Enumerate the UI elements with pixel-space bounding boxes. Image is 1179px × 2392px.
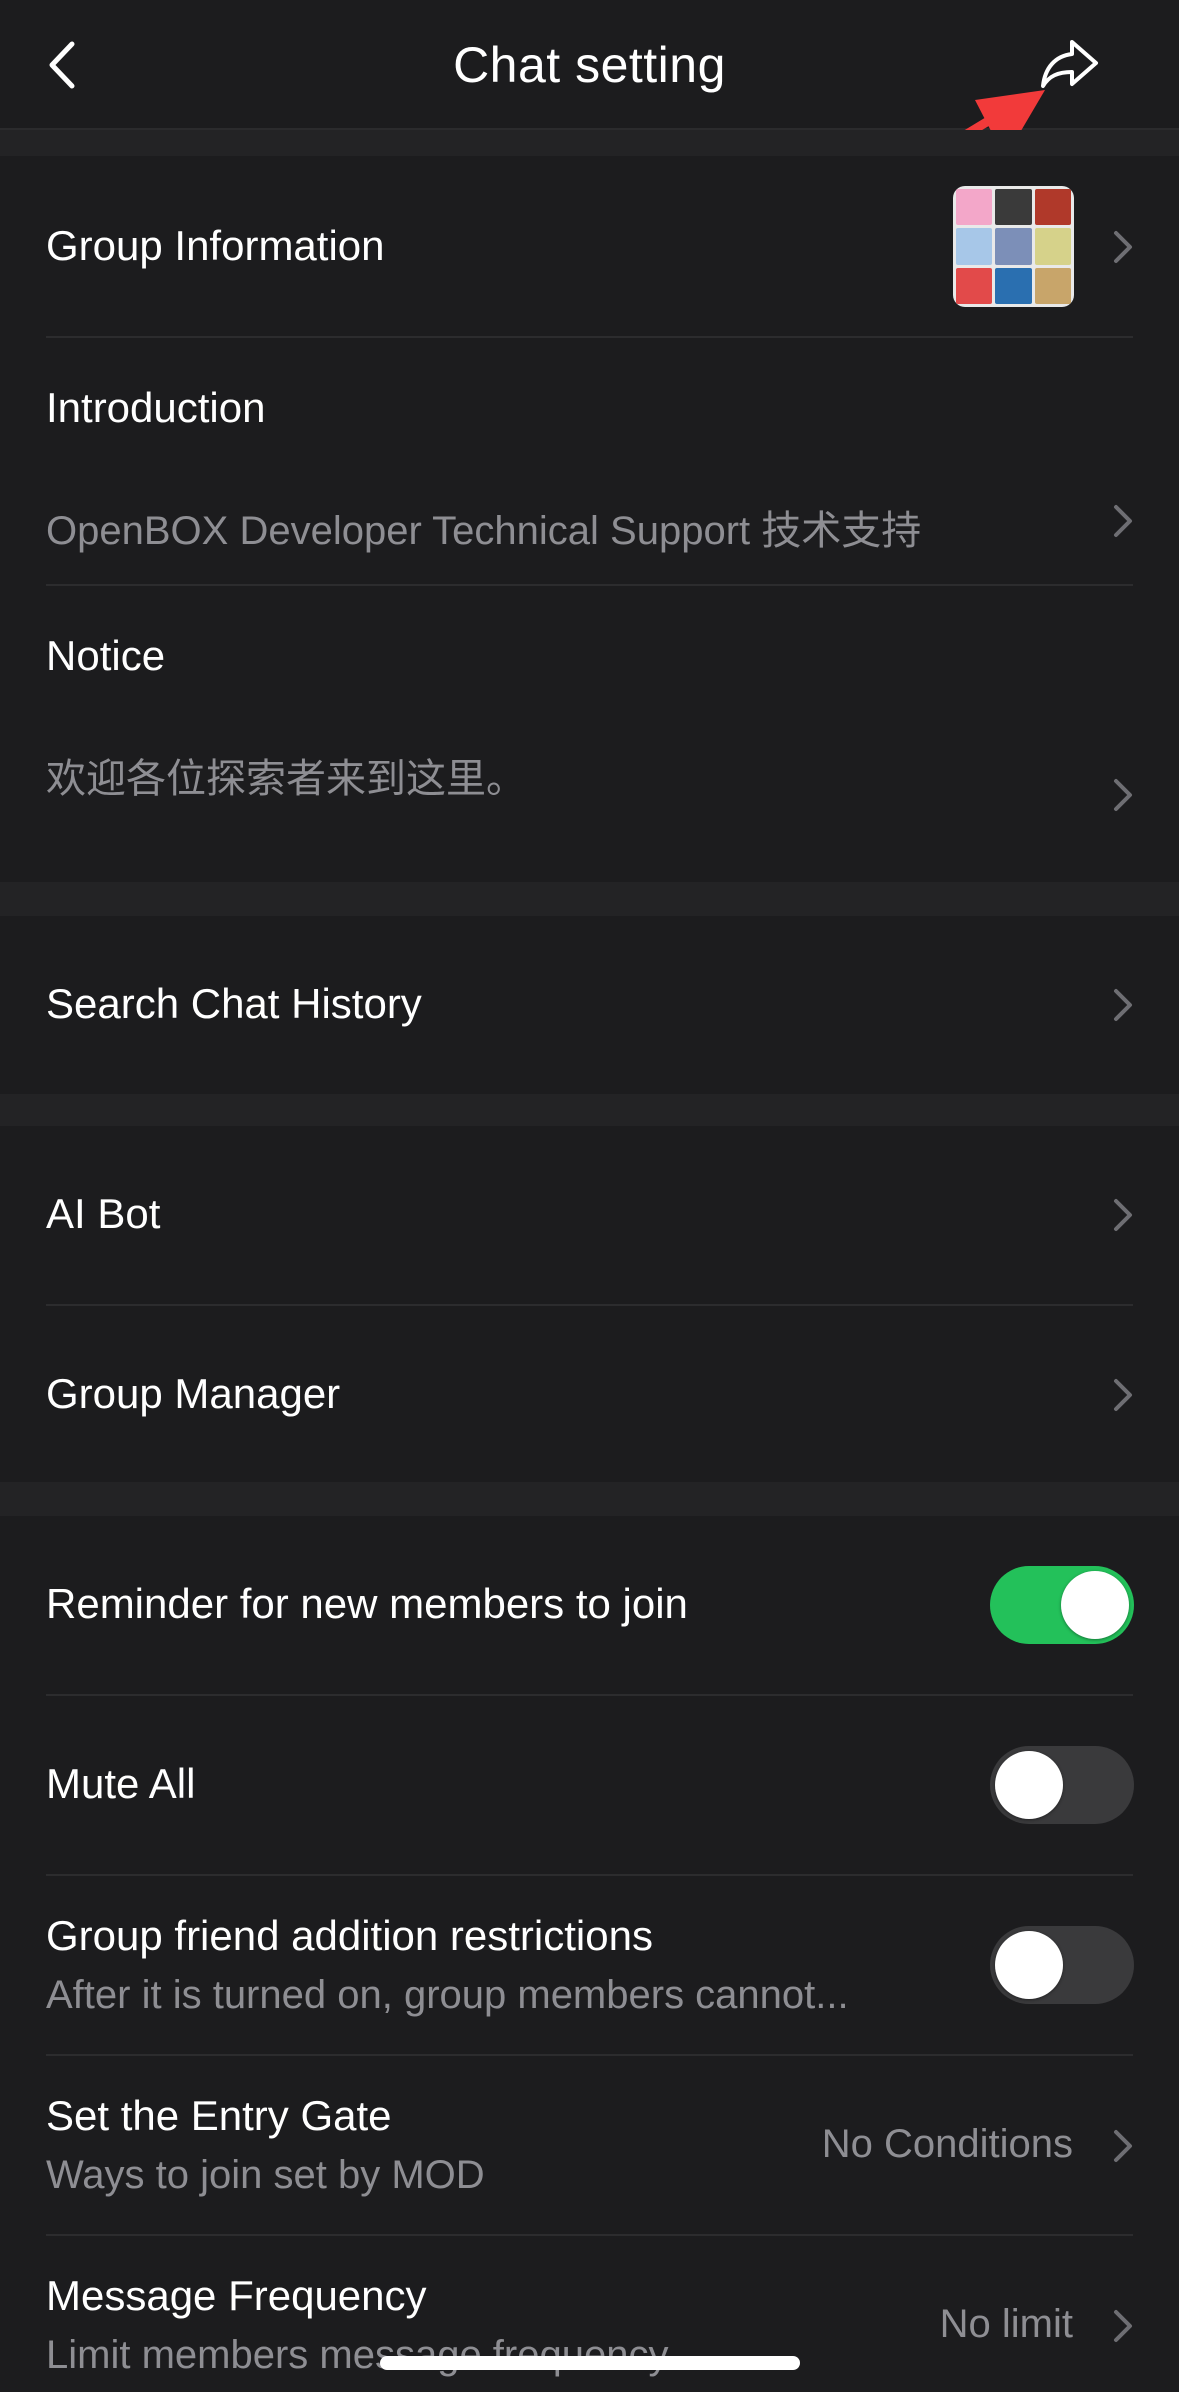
reminder-toggle[interactable] [990,1566,1134,1644]
chevron-right-icon [1110,777,1136,813]
friend-restrictions-label: Group friend addition restrictions [46,1912,653,1959]
chevron-right-icon [1110,2128,1136,2164]
member-avatar-tile [995,228,1032,265]
search-chat-history-row[interactable]: Search Chat History [0,916,1179,1094]
message-frequency-label: Message Frequency [46,2272,427,2319]
chevron-right-icon [1110,2308,1136,2344]
mute-all-label: Mute All [46,1760,196,1807]
member-avatar-tile [956,189,993,226]
chevron-right-icon [1110,1377,1136,1413]
search-chat-history-label: Search Chat History [46,980,422,1027]
entry-gate-label: Set the Entry Gate [46,2092,392,2139]
member-avatar-tile [1034,228,1071,265]
notice-label: Notice [46,632,166,679]
reminder-label: Reminder for new members to join [46,1580,688,1627]
chevron-right-icon [1110,229,1136,265]
chevron-right-icon [1110,1197,1136,1233]
group-manager-label: Group Manager [46,1370,341,1417]
toggle-knob [995,1931,1063,1999]
ai-bot-label: AI Bot [46,1190,161,1237]
group-avatar [953,186,1074,307]
member-avatar-tile [956,228,993,265]
mute-all-toggle[interactable] [990,1746,1134,1824]
introduction-label: Introduction [46,384,266,431]
friend-restrictions-sub: After it is turned on, group members can… [46,1973,849,2017]
ai-bot-row[interactable]: AI Bot [0,1126,1179,1304]
member-avatar-tile [1034,189,1071,226]
member-avatar-tile [956,267,993,304]
home-indicator [380,2356,800,2370]
member-avatar-tile [995,189,1032,226]
entry-gate-value: No Conditions [821,2122,1073,2166]
notice-text: 欢迎各位探索者来到这里。 [46,757,526,801]
introduction-row[interactable]: Introduction OpenBOX Developer Technical… [0,338,1179,584]
group-manager-row[interactable]: Group Manager [0,1306,1179,1482]
member-avatar-tile [995,267,1032,304]
chevron-right-icon [1110,503,1136,539]
introduction-text: OpenBOX Developer Technical Support 技术支持 [46,509,922,553]
group-information-label: Group Information [46,222,385,269]
chevron-right-icon [1110,987,1136,1023]
toggle-knob [1061,1571,1129,1639]
member-avatar-tile [1034,267,1071,304]
friend-restrictions-toggle[interactable] [990,1926,1134,2004]
entry-gate-sub: Ways to join set by MOD [46,2153,485,2197]
entry-gate-row[interactable]: Set the Entry Gate Ways to join set by M… [0,2056,1179,2234]
notice-row[interactable]: Notice 欢迎各位探索者来到这里。 [0,586,1179,882]
toggle-knob [995,1751,1063,1819]
message-frequency-value: No limit [939,2302,1073,2346]
